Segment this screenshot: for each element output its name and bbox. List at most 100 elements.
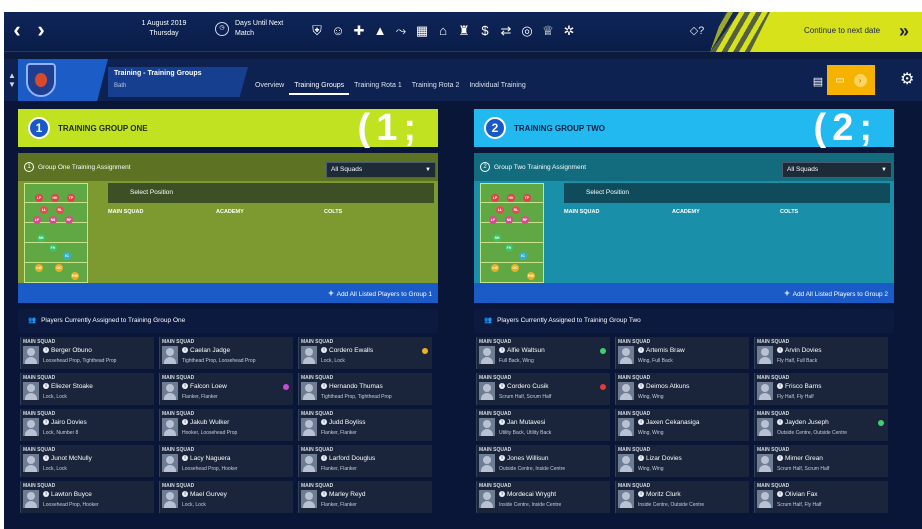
player-name[interactable]: i Junot McNully — [43, 455, 92, 462]
player-card[interactable]: MAIN SQUAD i Jones Willisun Outside Centre,… — [476, 445, 610, 477]
double-chevron-icon[interactable]: » — [899, 21, 909, 41]
player-card[interactable]: MAIN SQUAD i Mael Gurvey Lock, Lock — [159, 481, 293, 513]
player-card[interactable]: MAIN SQUAD i Moritz Clurk Inside Centre, Ou… — [615, 481, 749, 513]
info-icon[interactable]: i — [777, 455, 783, 461]
club-badge-icon[interactable] — [26, 63, 56, 97]
tab-training-groups[interactable]: Training Groups — [289, 78, 350, 95]
info-icon[interactable]: i — [321, 455, 327, 461]
player-card[interactable]: MAIN SQUAD i Jayden Juseph Outside Centre, … — [754, 409, 888, 441]
add-all-button[interactable]: + Add All Listed Players to Group 1 — [328, 288, 432, 298]
player-name[interactable]: i Lacy Naguera — [182, 455, 230, 462]
calendar-icon[interactable]: ▦ — [415, 23, 429, 39]
player-name[interactable]: i Alfie Waltsun — [499, 347, 545, 354]
player-name[interactable]: i Frisco Barns — [777, 383, 821, 390]
player-name[interactable]: i Eliezer Stoake — [43, 383, 93, 390]
player-name[interactable]: i Berger Obuno — [43, 347, 92, 354]
player-card[interactable]: MAIN SQUAD i Jakub Wulker Hooker, Loosehead… — [159, 409, 293, 441]
info-icon[interactable]: i — [638, 419, 644, 425]
pitch-position-marker[interactable]: RL — [56, 206, 64, 214]
select-position-bar[interactable]: Select Position — [108, 183, 434, 203]
clipboard-icon[interactable]: ▤ — [812, 75, 824, 89]
player-name[interactable]: i Caelan Jadge — [182, 347, 230, 354]
pitch-position-marker[interactable]: RW — [527, 272, 535, 280]
info-icon[interactable]: i — [321, 383, 327, 389]
continue-label[interactable]: Continue to next date — [804, 26, 880, 35]
pitch-position-marker[interactable]: FH — [49, 244, 57, 252]
info-icon[interactable]: i — [777, 383, 783, 389]
player-card[interactable]: MAIN SQUAD i Mimer Grean Scrum Half, Scrum … — [754, 445, 888, 477]
pitch-position-marker[interactable]: RF — [521, 216, 529, 224]
info-icon[interactable]: i — [321, 347, 327, 353]
info-icon[interactable]: i — [182, 455, 188, 461]
info-icon[interactable]: i — [43, 455, 49, 461]
shield-icon[interactable]: ⛨ — [310, 23, 324, 39]
gear-icon[interactable]: ⚙ — [900, 71, 914, 89]
pitch-position-marker[interactable]: IC — [63, 252, 71, 260]
player-card[interactable]: MAIN SQUAD i Marley Reyd Flanker, Flanker — [298, 481, 432, 513]
pitch-position-marker[interactable]: FH — [505, 244, 513, 252]
info-icon[interactable]: i — [777, 491, 783, 497]
info-icon[interactable]: i — [777, 347, 783, 353]
player-card[interactable]: MAIN SQUAD i Junot McNully Lock, Lock — [20, 445, 154, 477]
player-card[interactable]: MAIN SQUAD i Olivian Fax Scrum Half, Fly Ha… — [754, 481, 888, 513]
target-icon[interactable]: ◎ — [520, 23, 534, 39]
tab-training-rota-1[interactable]: Training Rota 1 — [349, 78, 407, 95]
staff-icon[interactable]: ✲ — [562, 23, 576, 39]
back-arrow-icon[interactable]: ‹ — [8, 19, 26, 42]
player-name[interactable]: i Moritz Clurk — [638, 491, 681, 498]
player-name[interactable]: i Larford Douglus — [321, 455, 375, 462]
player-name[interactable]: i Jones Willisun — [499, 455, 549, 462]
transfer-icon[interactable]: ⇄ — [499, 23, 513, 39]
help-icon[interactable]: ◇? — [686, 23, 708, 39]
info-icon[interactable]: i — [182, 347, 188, 353]
tab-individual-training[interactable]: Individual Training — [464, 78, 530, 95]
player-name[interactable]: i Cordero Cusik — [499, 383, 549, 390]
player-name[interactable]: i Mael Gurvey — [182, 491, 227, 498]
player-card[interactable]: MAIN SQUAD i Cordero Cusik Scrum Half, Scru… — [476, 373, 610, 405]
pitch-position-marker[interactable]: OC — [55, 264, 63, 272]
cone-icon[interactable]: ▲ — [373, 23, 387, 39]
info-icon[interactable]: i — [43, 383, 49, 389]
squad-select[interactable]: All Squads ▼ — [326, 162, 436, 178]
pitch-position-marker[interactable]: LW — [35, 264, 43, 272]
player-card[interactable]: MAIN SQUAD i Arvin Dovies Fly Half, Full Ba… — [754, 337, 888, 369]
info-icon[interactable]: i — [499, 455, 505, 461]
player-card[interactable]: MAIN SQUAD i Jaxen Cekanasiga Wing, Wing — [615, 409, 749, 441]
info-icon[interactable]: i — [182, 491, 188, 497]
info-icon[interactable]: i — [638, 383, 644, 389]
player-card[interactable]: MAIN SQUAD i Jan Mutavesi Utility Back, Uti… — [476, 409, 610, 441]
info-icon[interactable]: i — [321, 491, 327, 497]
player-card[interactable]: MAIN SQUAD i Jairo Dovies Lock, Number 8 — [20, 409, 154, 441]
pitch-diagram[interactable]: LPHKTPLLRLLFN8RFSHFHICLWOCRWFB — [480, 183, 544, 299]
tab-training-rota-2[interactable]: Training Rota 2 — [407, 78, 465, 95]
pitch-position-marker[interactable]: LP — [491, 194, 499, 202]
player-name[interactable]: i Marley Reyd — [321, 491, 365, 498]
pitch-position-marker[interactable]: RL — [512, 206, 520, 214]
pitch-position-marker[interactable]: LW — [491, 264, 499, 272]
player-card[interactable]: MAIN SQUAD i Berger Obuno Loosehead Prop, T… — [20, 337, 154, 369]
pitch-position-marker[interactable]: LL — [40, 206, 48, 214]
home-icon[interactable]: ⌂ — [436, 23, 450, 39]
pitch-position-marker[interactable]: SH — [37, 234, 45, 242]
pitch-position-marker[interactable]: IC — [519, 252, 527, 260]
info-icon[interactable]: i — [777, 419, 783, 425]
info-icon[interactable]: i — [638, 455, 644, 461]
pitch-position-marker[interactable]: RF — [65, 216, 73, 224]
pitch-position-marker[interactable]: RW — [71, 272, 79, 280]
info-icon[interactable]: i — [43, 491, 49, 497]
pitch-position-marker[interactable]: HK — [507, 194, 515, 202]
info-icon[interactable]: i — [321, 419, 327, 425]
trophy-icon[interactable]: ♕ — [541, 23, 555, 39]
pitch-position-marker[interactable]: SH — [493, 234, 501, 242]
player-card[interactable]: MAIN SQUAD i Lizar Dovies Wing, Wing — [615, 445, 749, 477]
player-name[interactable]: i Falcon Loew — [182, 383, 227, 390]
pitch-position-marker[interactable]: N8 — [49, 216, 57, 224]
forward-arrow-icon[interactable]: › — [32, 19, 50, 42]
tactics-icon[interactable]: ⤳ — [394, 23, 408, 39]
info-icon[interactable]: i — [499, 419, 505, 425]
player-name[interactable]: i Lawton Buyce — [43, 491, 92, 498]
player-name[interactable]: i Jairo Dovies — [43, 419, 87, 426]
select-position-bar[interactable]: Select Position — [564, 183, 890, 203]
finance-icon[interactable]: $ — [478, 23, 492, 39]
pitch-position-marker[interactable]: OC — [511, 264, 519, 272]
